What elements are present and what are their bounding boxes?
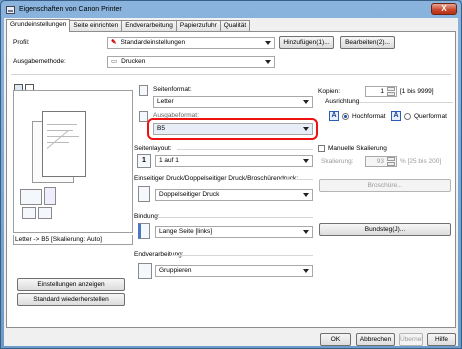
- chevron-down-icon: [265, 60, 271, 64]
- chevron-down-icon: [265, 41, 271, 45]
- finishing-value: Gruppieren: [159, 267, 192, 274]
- apply-button[interactable]: Übernehmen: [399, 333, 423, 346]
- title-bar: Eigenschaften von Canon Printer X: [3, 2, 459, 17]
- chevron-down-icon: [303, 100, 309, 104]
- copies-range: [1 bis 9999]: [400, 88, 434, 95]
- output-method-label: Ausgabemethode:: [13, 58, 66, 65]
- close-button[interactable]: X: [431, 3, 457, 15]
- printer-icon: [6, 5, 15, 14]
- copies-value: 1: [380, 88, 384, 95]
- spin-up-icon[interactable]: [387, 157, 395, 161]
- edit-profile-button[interactable]: Bearbeiten(2)...: [340, 36, 395, 49]
- print-style-label: Einseitiger Druck/Doppelseitiger Druck/B…: [134, 175, 299, 182]
- page-size-value: Letter: [157, 98, 174, 105]
- manual-scaling-checkbox[interactable]: [318, 145, 325, 152]
- duplex-icon: [44, 187, 56, 205]
- finishing-select[interactable]: Gruppieren: [155, 265, 313, 277]
- copies-label: Kopien:: [318, 88, 341, 95]
- page-layout-value: 1 auf 1: [159, 157, 179, 164]
- landscape-label: Querformat: [414, 113, 447, 120]
- spin-up-icon[interactable]: [387, 87, 395, 91]
- tab-strip: Grundeinstellungen Seite einrichten Endv…: [6, 19, 251, 32]
- ok-button[interactable]: OK: [320, 333, 351, 346]
- portrait-label: Hochformat: [352, 113, 386, 120]
- tab-papierzufuhr[interactable]: Papierzufuhr: [175, 20, 221, 31]
- basic-settings-panel: Profil: ✎ Standardeinstellungen Hinzufüg…: [6, 31, 456, 328]
- print-icon: ▭: [111, 58, 118, 65]
- profile-icon: ✎: [111, 39, 117, 46]
- tab-endverarbeitung[interactable]: Endverarbeitung: [121, 20, 177, 31]
- page-layout-select[interactable]: 1 auf 1: [155, 155, 313, 167]
- add-profile-button[interactable]: Hinzufügen(1)...: [279, 36, 334, 49]
- help-button[interactable]: Hilfe: [427, 333, 456, 346]
- landscape-radio[interactable]: [404, 113, 411, 120]
- paper-front-sheet: [42, 111, 86, 177]
- scaling-range: % [25 bis 200]: [400, 158, 442, 165]
- tab-qualitaet[interactable]: Qualität: [219, 20, 251, 31]
- tab-grundeinstellungen[interactable]: Grundeinstellungen: [6, 19, 71, 32]
- print-style-value: Doppelseitiger Druck: [159, 191, 220, 198]
- duplex-print-icon: [138, 186, 150, 202]
- collate-icon: [138, 263, 152, 279]
- spin-down-icon[interactable]: [387, 92, 395, 96]
- orientation-group-line: [359, 102, 453, 103]
- output-size-highlight: [147, 118, 318, 140]
- cancel-button[interactable]: Abbrechen: [356, 333, 395, 346]
- page-size-icon: [139, 85, 148, 96]
- restore-defaults-button[interactable]: Standard wiederherstellen: [17, 293, 125, 306]
- gutter-button[interactable]: Bundsteg(J)...: [319, 223, 451, 236]
- orientation-label: Ausrichtung: [325, 98, 360, 105]
- manual-scaling-label: Manuelle Skalierung: [328, 145, 387, 152]
- binding-icon: [138, 223, 150, 239]
- page-layout-icon: 1: [137, 154, 151, 168]
- show-settings-button[interactable]: Einstellungen anzeigen: [17, 278, 125, 291]
- profile-value: Standardeinstellungen: [120, 39, 186, 46]
- page-size-select[interactable]: Letter: [153, 96, 313, 108]
- output-method-value: Drucken: [121, 58, 146, 65]
- scaling-spinner[interactable]: 93: [365, 156, 397, 167]
- chevron-down-icon: [303, 230, 309, 234]
- landscape-orientation-icon: A: [391, 111, 401, 121]
- chevron-down-icon: [303, 159, 309, 163]
- properties-window: Eigenschaften von Canon Printer X Grunde…: [0, 0, 462, 349]
- chevron-down-icon: [303, 193, 309, 197]
- binding-small-icon: [38, 207, 52, 219]
- print-preview: [13, 90, 133, 233]
- stack-icon: [20, 189, 42, 205]
- portrait-small-icon: [22, 207, 36, 219]
- profile-select[interactable]: ✎ Standardeinstellungen: [107, 37, 275, 49]
- booklet-button[interactable]: Broschüre...: [319, 179, 451, 192]
- binding-value: Lange Seite [links]: [159, 228, 213, 235]
- profile-label: Profil:: [13, 39, 30, 46]
- preview-caption: Letter -> B5 [Skalierung: Auto]: [13, 235, 133, 245]
- binding-group-line: [157, 217, 313, 218]
- scaling-label: Skalierung:: [321, 158, 354, 165]
- spin-down-icon[interactable]: [387, 162, 395, 166]
- portrait-radio[interactable]: [342, 113, 349, 120]
- dialog-client: Grundeinstellungen Seite einrichten Endv…: [4, 18, 458, 346]
- section-divider: [11, 74, 451, 75]
- print-style-group-line: [279, 179, 313, 180]
- copies-spinner[interactable]: 1: [365, 86, 397, 97]
- binding-select[interactable]: Lange Seite [links]: [155, 226, 313, 238]
- window-title: Eigenschaften von Canon Printer: [19, 6, 122, 13]
- scaling-value: 93: [376, 158, 384, 165]
- finishing-group-line: [171, 255, 313, 256]
- chevron-down-icon: [303, 269, 309, 273]
- page-layout-label: Seitenlayout:: [134, 145, 172, 152]
- print-style-select[interactable]: Doppelseitiger Druck: [155, 189, 313, 201]
- output-method-select[interactable]: ▭ Drucken: [107, 56, 275, 68]
- binding-label: Bindung:: [134, 213, 160, 220]
- portrait-orientation-icon: A: [329, 111, 339, 121]
- page-layout-group-line: [177, 149, 313, 150]
- page-size-label: Seitenformat:: [153, 86, 192, 93]
- tab-seite-einrichten[interactable]: Seite einrichten: [69, 20, 123, 31]
